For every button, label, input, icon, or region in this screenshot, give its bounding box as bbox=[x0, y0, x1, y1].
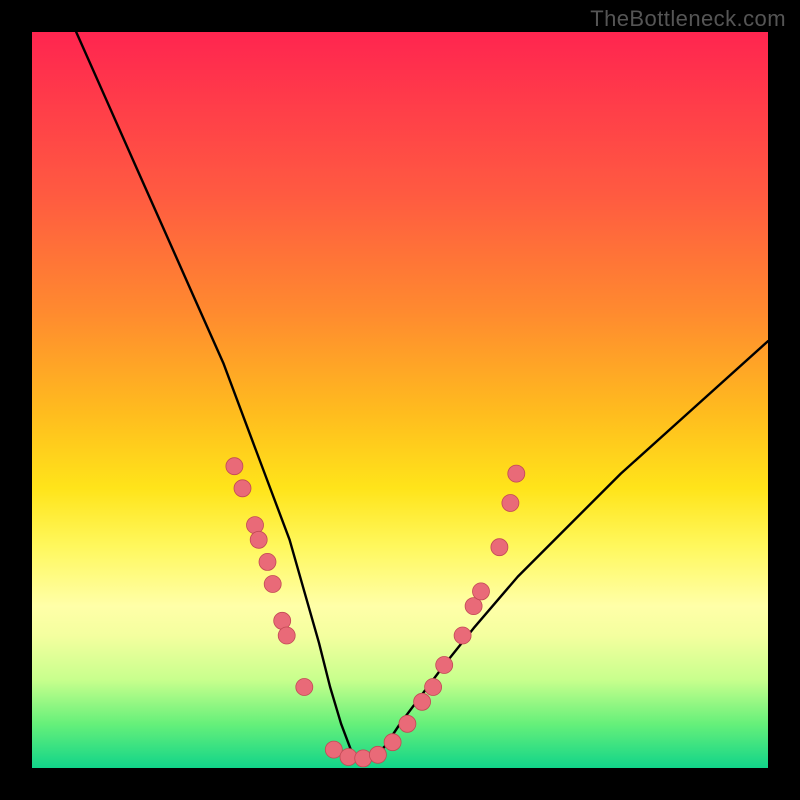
watermark-label: TheBottleneck.com bbox=[590, 6, 786, 32]
data-marker bbox=[278, 627, 295, 644]
data-marker bbox=[425, 679, 442, 696]
chart-overlay bbox=[32, 32, 768, 768]
data-marker bbox=[399, 715, 416, 732]
data-marker bbox=[454, 627, 471, 644]
data-marker bbox=[250, 531, 267, 548]
data-marker bbox=[259, 553, 276, 570]
data-marker bbox=[502, 495, 519, 512]
data-marker bbox=[296, 679, 313, 696]
data-markers bbox=[226, 458, 525, 767]
data-marker bbox=[234, 480, 251, 497]
bottleneck-curve bbox=[76, 32, 768, 761]
data-marker bbox=[226, 458, 243, 475]
data-marker bbox=[247, 517, 264, 534]
data-marker bbox=[491, 539, 508, 556]
data-marker bbox=[264, 576, 281, 593]
data-marker bbox=[508, 465, 525, 482]
data-marker bbox=[473, 583, 490, 600]
data-marker bbox=[369, 746, 386, 763]
data-marker bbox=[355, 750, 372, 767]
data-marker bbox=[414, 693, 431, 710]
data-marker bbox=[384, 734, 401, 751]
data-marker bbox=[436, 657, 453, 674]
chart-frame: TheBottleneck.com bbox=[0, 0, 800, 800]
